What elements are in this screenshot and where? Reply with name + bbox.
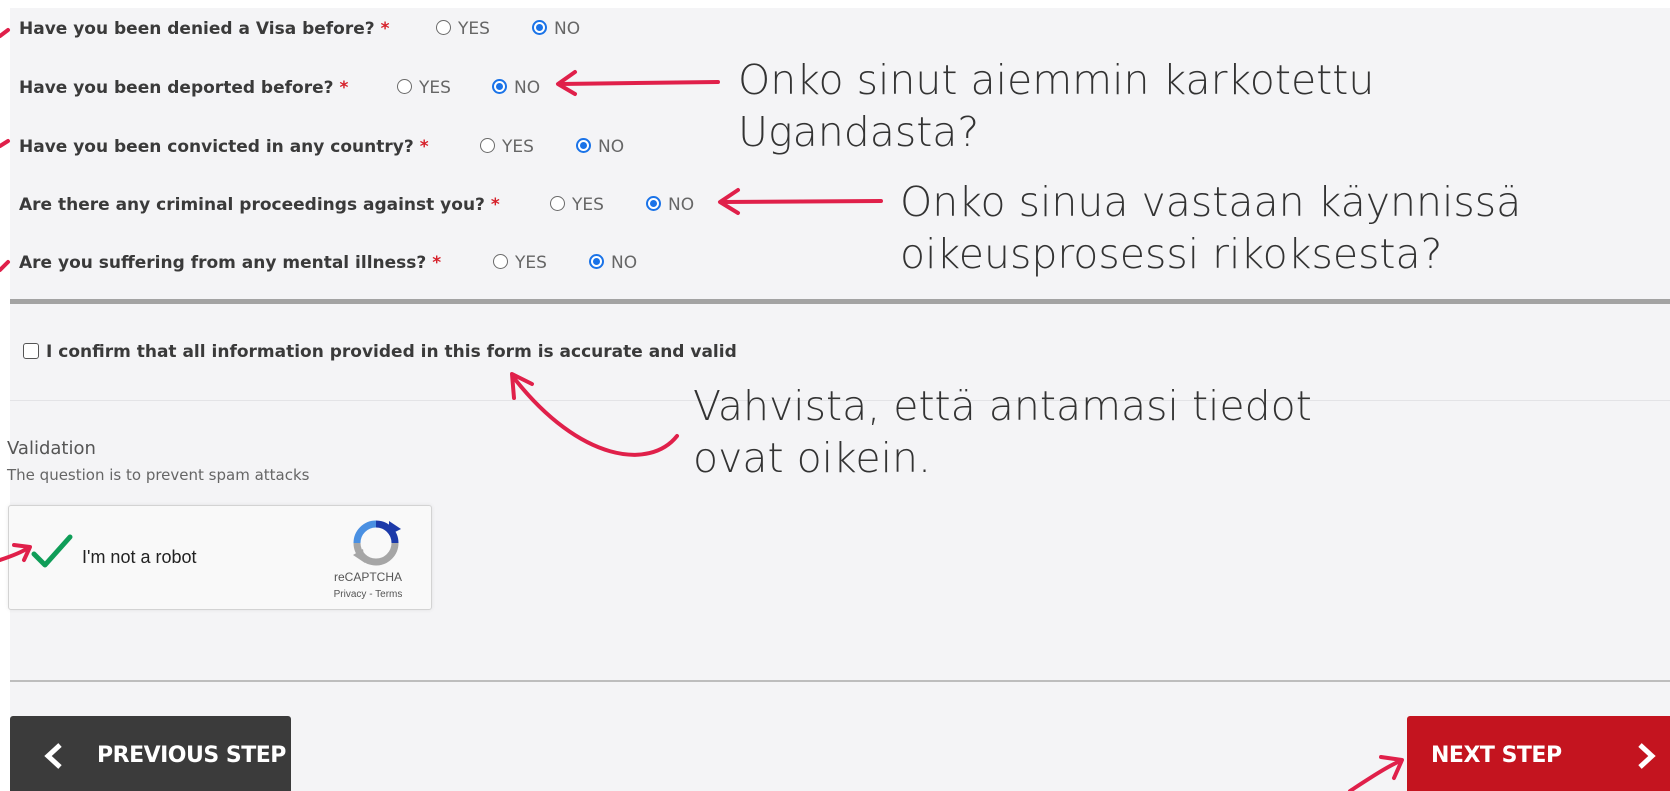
radio-no-label: NO xyxy=(554,19,581,39)
radio-yes[interactable] xyxy=(550,196,565,211)
next-step-label: NEXT STEP xyxy=(1431,743,1562,768)
radio-no[interactable] xyxy=(532,20,547,35)
captcha-label: I'm not a robot xyxy=(82,547,197,567)
chevron-right-icon xyxy=(1638,743,1656,769)
radio-yes-label: YES xyxy=(502,137,534,157)
radio-no-label: NO xyxy=(598,137,625,157)
annotation-deported: Onko sinut aiemmin karkotettu Ugandasta? xyxy=(738,56,1375,156)
question-label: Are there any criminal proceedings again… xyxy=(19,195,500,215)
radio-yes-label: YES xyxy=(419,78,451,98)
divider xyxy=(10,680,1670,682)
checkmark-icon[interactable] xyxy=(31,532,73,572)
annotation-proceedings: Onko sinua vastaan käynnissä oikeusprose… xyxy=(900,178,1522,278)
arrow-edge-q3 xyxy=(0,139,10,148)
recaptcha-logo-icon xyxy=(353,520,401,566)
radio-no-label: NO xyxy=(611,253,638,273)
annotation-confirm: Vahvista, että antamasi tiedot ovat oike… xyxy=(693,382,1312,482)
chevron-left-icon xyxy=(44,743,62,769)
radio-no[interactable] xyxy=(646,196,661,211)
radio-no[interactable] xyxy=(492,79,507,94)
radio-no[interactable] xyxy=(589,254,604,269)
captcha-privacy-terms-link[interactable]: Privacy - Terms xyxy=(309,589,427,600)
arrow-edge-q1 xyxy=(0,28,10,38)
validation-subtitle: The question is to prevent spam attacks xyxy=(7,466,310,484)
confirm-label: I confirm that all information provided … xyxy=(46,342,737,362)
radio-yes[interactable] xyxy=(480,138,495,153)
arrow-edge-q5 xyxy=(0,260,10,272)
recaptcha-widget: I'm not a robot reCAPTCHA Privacy - Term… xyxy=(8,505,432,610)
radio-yes-label: YES xyxy=(458,19,490,39)
captcha-brand: reCAPTCHA xyxy=(333,570,402,584)
radio-no[interactable] xyxy=(576,138,591,153)
radio-yes[interactable] xyxy=(493,254,508,269)
question-label: Have you been deported before? * xyxy=(19,78,349,98)
previous-step-button[interactable]: PREVIOUS STEP xyxy=(10,716,291,791)
next-step-button[interactable]: NEXT STEP xyxy=(1407,716,1670,791)
validation-title: Validation xyxy=(7,438,96,459)
question-label: Have you been convicted in any country? * xyxy=(19,137,429,157)
radio-no-label: NO xyxy=(514,78,541,98)
radio-no-label: NO xyxy=(668,195,695,215)
previous-step-label: PREVIOUS STEP xyxy=(97,743,286,768)
radio-yes[interactable] xyxy=(436,20,451,35)
question-label: Have you been denied a Visa before? * xyxy=(19,19,390,39)
section-divider xyxy=(10,299,1670,304)
confirm-checkbox[interactable] xyxy=(23,343,39,359)
radio-yes[interactable] xyxy=(397,79,412,94)
question-label: Are you suffering from any mental illnes… xyxy=(19,253,442,273)
radio-yes-label: YES xyxy=(515,253,547,273)
radio-yes-label: YES xyxy=(572,195,604,215)
